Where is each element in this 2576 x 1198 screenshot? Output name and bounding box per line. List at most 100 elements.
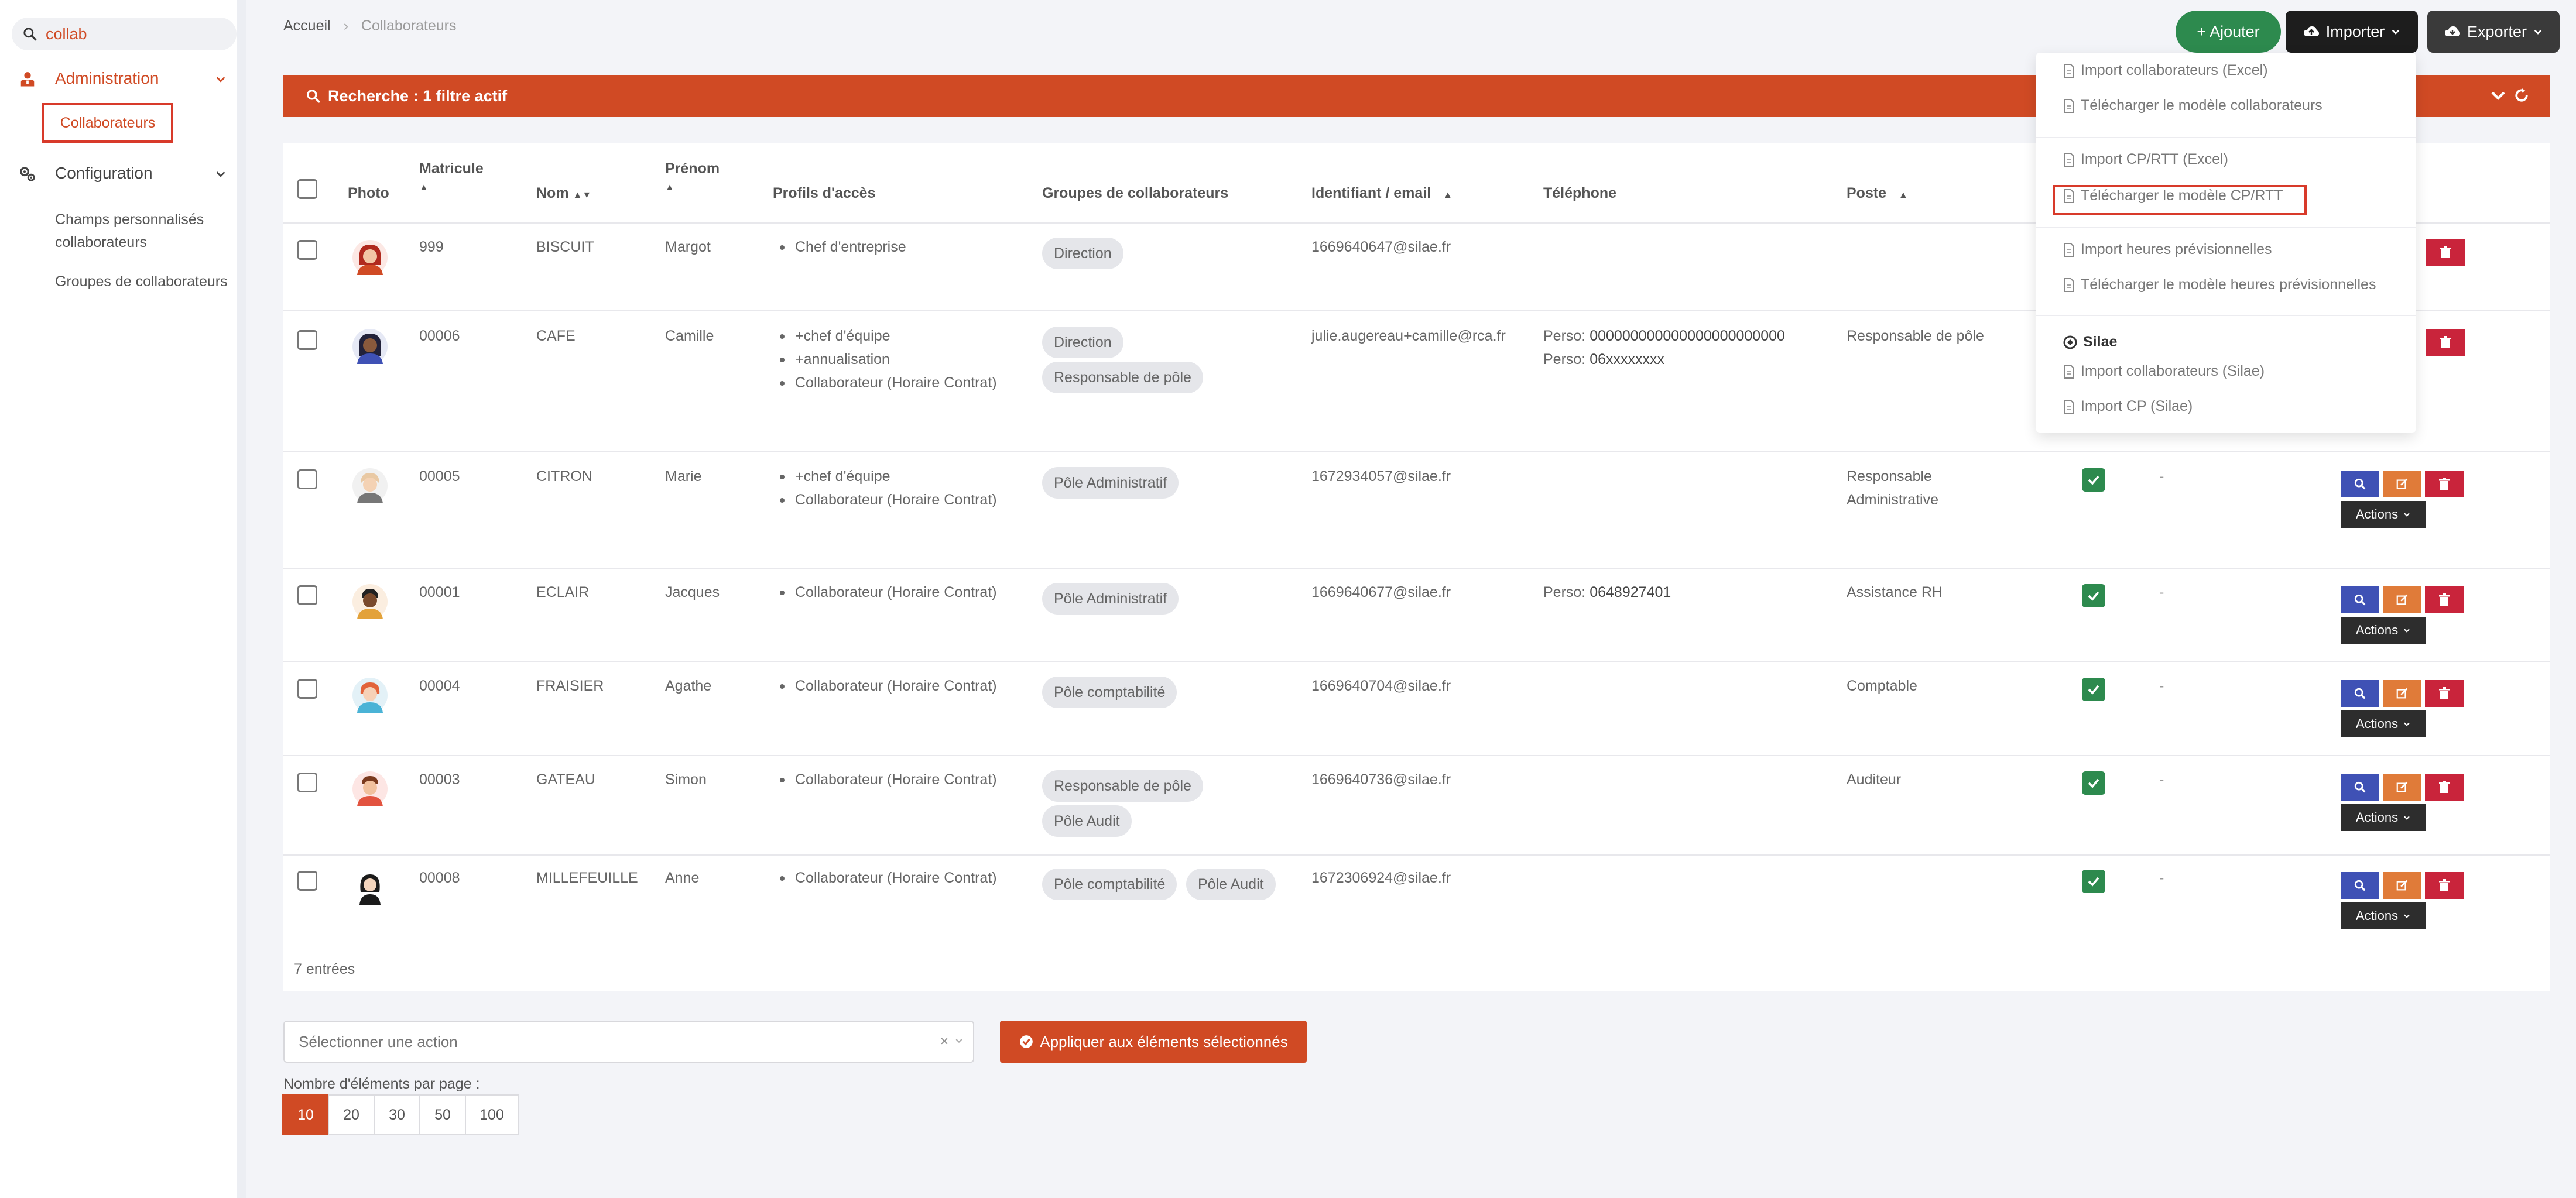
delete-button[interactable] <box>2425 872 2464 899</box>
sidebar-item-groupes[interactable]: Groupes de collaborateurs <box>55 270 231 293</box>
reset-icon[interactable] <box>2513 87 2530 104</box>
sort-up-icon: ▲ <box>665 183 674 193</box>
clear-icon[interactable]: × <box>940 1034 948 1050</box>
sidebar-item-collaborateurs[interactable]: Collaborateurs <box>42 103 173 143</box>
row-checkbox[interactable] <box>297 330 317 350</box>
per-page-50[interactable]: 50 <box>419 1094 466 1135</box>
import-button[interactable]: Importer <box>2286 11 2418 53</box>
delete-button[interactable] <box>2425 680 2464 707</box>
active-checkbox[interactable] <box>2082 468 2105 492</box>
cell-dash: - <box>2159 870 2164 886</box>
actions-dropdown[interactable]: Actions <box>2341 501 2426 528</box>
file-icon <box>2064 399 2074 414</box>
header-prenom-label: Prénom <box>665 160 720 177</box>
active-checkbox[interactable] <box>2082 678 2105 701</box>
delete-button[interactable] <box>2425 471 2464 497</box>
cell-prenom: Anne <box>665 870 700 886</box>
view-button[interactable] <box>2341 774 2379 801</box>
cell-dash: - <box>2159 678 2164 694</box>
header-poste[interactable]: Poste ▲ <box>1847 185 1908 202</box>
header-prenom[interactable]: Prénom ▲ <box>665 160 720 194</box>
list-item: Collaborateur (Horaire Contrat) <box>773 674 1019 698</box>
delete-button[interactable] <box>2425 586 2464 613</box>
active-checkbox[interactable] <box>2082 870 2105 893</box>
app-root: Administration Collaborateurs Configurat… <box>0 0 2576 1198</box>
edit-button[interactable] <box>2383 586 2421 613</box>
row-checkbox[interactable] <box>297 679 317 699</box>
menu-item-import-heures-previsionnelles[interactable]: Import heures prévisionnelles <box>2063 241 2272 258</box>
cell-email: 1669640704@silae.fr <box>1311 678 1451 694</box>
actions-dropdown[interactable]: Actions <box>2341 804 2426 831</box>
sidebar-search-input[interactable] <box>46 25 221 43</box>
menu-item-label: Import heures prévisionnelles <box>2081 241 2272 258</box>
edit-button[interactable] <box>2383 471 2421 497</box>
view-button[interactable] <box>2341 471 2379 497</box>
menu-item-telecharger-modele-heures[interactable]: Télécharger le modèle heures prévisionne… <box>2063 276 2376 293</box>
sidebar-search[interactable] <box>12 18 237 50</box>
header-poste-label: Poste <box>1847 185 1887 201</box>
header-identifiant-label: Identifiant / email <box>1311 185 1431 201</box>
bulk-action-select[interactable]: Sélectionner une action × <box>283 1021 974 1063</box>
edit-button[interactable] <box>2383 872 2421 899</box>
row-checkbox[interactable] <box>297 240 317 260</box>
edit-button[interactable] <box>2383 774 2421 801</box>
phone-number: 000000000000000000000000 <box>1590 328 1785 344</box>
chevron-down-icon[interactable] <box>954 1034 964 1048</box>
header-nom[interactable]: Nom ▲▼ <box>536 185 591 202</box>
per-page-20[interactable]: 20 <box>328 1094 375 1135</box>
per-page-100[interactable]: 100 <box>465 1094 519 1135</box>
menu-item-telecharger-modele-cprtt[interactable]: Télécharger le modèle CP/RTT <box>2063 187 2283 204</box>
avatar <box>352 678 388 713</box>
edit-button[interactable] <box>2383 680 2421 707</box>
nav-group-configuration[interactable]: Configuration <box>0 156 246 191</box>
menu-item-import-collaborateurs-silae[interactable]: Import collaborateurs (Silae) <box>2063 363 2265 380</box>
breadcrumb-home[interactable]: Accueil <box>283 18 331 35</box>
avatar <box>352 329 388 364</box>
view-button[interactable] <box>2341 586 2379 613</box>
row-checkbox[interactable] <box>297 773 317 792</box>
actions-dropdown[interactable]: Actions <box>2341 710 2426 737</box>
nav-group-administration[interactable]: Administration <box>0 61 246 96</box>
list-item: Collaborateur (Horaire Contrat) <box>773 768 1019 791</box>
per-page-10[interactable]: 10 <box>282 1094 329 1135</box>
cell-dash: - <box>2159 468 2164 485</box>
view-button[interactable] <box>2341 872 2379 899</box>
sidebar-item-champs-personnalises[interactable]: Champs personnalisés collaborateurs <box>55 208 231 254</box>
export-button[interactable]: Exporter <box>2427 11 2560 53</box>
per-page-30[interactable]: 30 <box>374 1094 420 1135</box>
menu-item-import-cp-silae[interactable]: Import CP (Silae) <box>2063 398 2193 415</box>
chevron-down-icon <box>2404 914 2410 918</box>
row-checkbox[interactable] <box>297 469 317 489</box>
edit-icon <box>2396 478 2408 489</box>
file-icon <box>2064 242 2074 257</box>
cell-profils: +chef d'équipe Collaborateur (Horaire Co… <box>773 465 1019 512</box>
active-checkbox[interactable] <box>2082 771 2105 795</box>
cell-profils: Chef d'entreprise <box>773 235 1019 259</box>
apply-selected-button[interactable]: Appliquer aux éléments sélectionnés <box>1000 1021 1307 1063</box>
view-button[interactable] <box>2341 680 2379 707</box>
delete-button[interactable] <box>2426 239 2465 266</box>
active-checkbox[interactable] <box>2082 584 2105 607</box>
cell-email: julie.augereau+camille@rca.fr <box>1311 328 1506 344</box>
add-button[interactable]: + Ajouter <box>2176 11 2281 53</box>
menu-item-import-cprtt-excel[interactable]: Import CP/RTT (Excel) <box>2063 151 2228 168</box>
file-icon <box>2064 364 2074 379</box>
delete-button[interactable] <box>2426 329 2465 356</box>
select-all-checkbox[interactable] <box>297 179 317 199</box>
header-matricule[interactable]: Matricule ▲ <box>419 160 484 194</box>
avatar <box>352 468 388 503</box>
breadcrumb-separator: › <box>343 18 348 34</box>
delete-button[interactable] <box>2425 774 2464 801</box>
menu-item-telecharger-modele-collaborateurs[interactable]: Télécharger le modèle collaborateurs <box>2063 97 2322 114</box>
header-identifiant[interactable]: Identifiant / email ▲ <box>1311 185 1453 202</box>
menu-item-import-collaborateurs-excel[interactable]: Import collaborateurs (Excel) <box>2063 62 2268 79</box>
actions-dropdown[interactable]: Actions <box>2341 617 2426 644</box>
cell-prenom: Simon <box>665 771 707 788</box>
row-checkbox[interactable] <box>297 871 317 891</box>
cell-nom: ECLAIR <box>536 584 590 600</box>
row-checkbox[interactable] <box>297 585 317 605</box>
trash-icon <box>2439 687 2450 699</box>
chevron-down-icon[interactable] <box>2489 87 2507 104</box>
chevron-down-icon <box>216 171 225 177</box>
actions-dropdown[interactable]: Actions <box>2341 902 2426 929</box>
